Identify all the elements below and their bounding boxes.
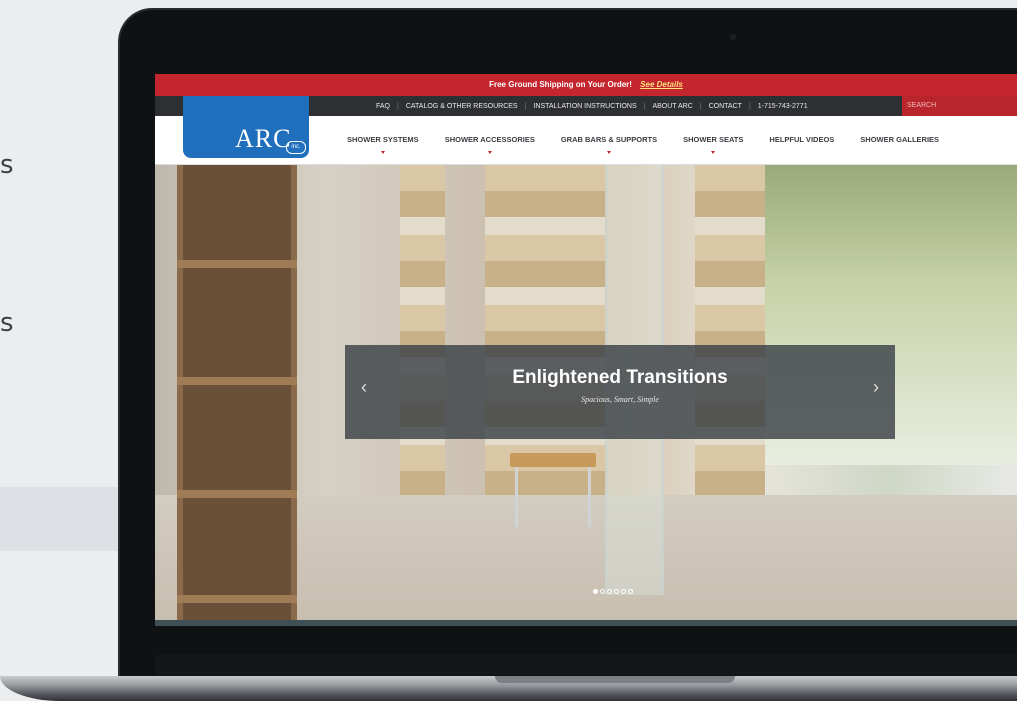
utility-link-contact[interactable]: CONTACT (702, 103, 749, 110)
laptop-screen: Free Ground Shipping on Your Order! See … (155, 74, 1017, 626)
nav-shower-galleries[interactable]: SHOWER GALLERIES (860, 116, 939, 164)
arc-logo[interactable]: ARC inc. (183, 96, 309, 158)
chevron-right-icon[interactable]: › (873, 377, 879, 398)
page-fragment-text: s (0, 150, 14, 180)
search-input[interactable]: SEARCH (902, 96, 1017, 116)
hero-tile-wall (485, 165, 605, 495)
slider-dot[interactable] (614, 589, 619, 594)
nav-label: SHOWER SEATS (683, 135, 744, 144)
camera-icon (730, 34, 736, 40)
hero-title: Enlightened Transitions (512, 367, 728, 388)
laptop-bezel (155, 655, 1017, 675)
hero-tile-wall (695, 165, 765, 495)
hero-caption: ‹ Enlightened Transitions Spacious, Smar… (345, 345, 895, 439)
hero-stool-leg (515, 467, 518, 527)
hero-shower-stool (510, 453, 596, 467)
nav-label: SHOWER ACCESSORIES (444, 135, 535, 144)
hero-slider: ‹ Enlightened Transitions Spacious, Smar… (155, 165, 1017, 620)
promo-details-link[interactable]: See Details (640, 80, 683, 89)
slider-dot[interactable] (621, 589, 626, 594)
page-fragment-text: s (0, 308, 14, 338)
utility-link-about[interactable]: ABOUT ARC (645, 103, 699, 110)
logo-suffix: inc. (286, 141, 306, 154)
logo-text: ARC (235, 124, 292, 153)
hero-shelf-board (177, 377, 297, 385)
nav-items: SHOWER SYSTEMS SHOWER ACCESSORIES GRAB B… (347, 116, 965, 164)
utility-link-faq[interactable]: FAQ (369, 103, 397, 110)
caret-down-icon (711, 151, 716, 154)
nav-label: SHOWER GALLERIES (860, 135, 940, 144)
nav-label: HELPFUL VIDEOS (769, 135, 835, 144)
nav-label: GRAB BARS & SUPPORTS (560, 135, 658, 144)
slider-dot[interactable] (628, 589, 633, 594)
laptop-notch (495, 676, 735, 683)
hero-tile-wall (400, 165, 445, 495)
utility-phone[interactable]: 1-715-743-2771 (751, 103, 815, 110)
nav-shower-systems[interactable]: SHOWER SYSTEMS (347, 116, 419, 164)
caret-down-icon (380, 151, 385, 154)
nav-label: SHOWER SYSTEMS (347, 135, 419, 144)
slider-dots (593, 589, 635, 594)
nav-shower-accessories[interactable]: SHOWER ACCESSORIES (445, 116, 535, 164)
nav-grab-bars[interactable]: GRAB BARS & SUPPORTS (561, 116, 657, 164)
slider-dot[interactable] (600, 589, 605, 594)
slider-dot[interactable] (607, 589, 612, 594)
caret-down-icon (487, 151, 492, 154)
nav-helpful-videos[interactable]: HELPFUL VIDEOS (769, 116, 834, 164)
caret-down-icon (606, 151, 611, 154)
screen-footer-strip (155, 620, 1017, 626)
utility-link-installation[interactable]: INSTALLATION INSTRUCTIONS (526, 103, 643, 110)
promo-bar: Free Ground Shipping on Your Order! See … (155, 74, 1017, 96)
nav-shower-seats[interactable]: SHOWER SEATS (683, 116, 743, 164)
hero-shelf-board (177, 490, 297, 498)
hero-stool-leg (588, 467, 591, 527)
main-nav: ARC inc. SHOWER SYSTEMS SHOWER ACCESSORI… (155, 96, 1017, 165)
hero-shelf-board (177, 595, 297, 603)
slider-dot[interactable] (593, 589, 598, 594)
hero-shelf-inner (183, 165, 291, 620)
hero-shelf-board (177, 260, 297, 268)
utility-link-catalog[interactable]: CATALOG & OTHER RESOURCES (399, 103, 525, 110)
promo-text: Free Ground Shipping on Your Order! (489, 80, 632, 89)
hero-subtitle: Spacious, Smart, Simple (581, 395, 659, 404)
utility-links: FAQ | CATALOG & OTHER RESOURCES | INSTAL… (369, 96, 815, 116)
